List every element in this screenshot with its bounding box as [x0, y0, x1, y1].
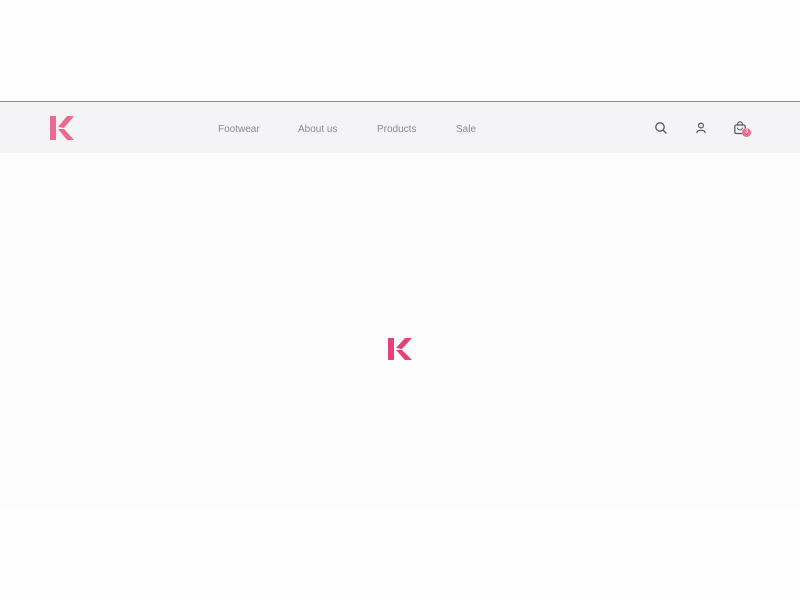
loading-logo	[388, 338, 412, 360]
k-logo-icon	[50, 116, 74, 140]
k-logo-icon	[388, 338, 412, 360]
cart-count-badge: 3	[742, 128, 751, 137]
user-icon	[696, 122, 706, 134]
page: Footwear About us Products Sale 3	[0, 0, 800, 600]
nav-link-footwear[interactable]: Footwear	[218, 124, 260, 136]
search-button[interactable]	[654, 121, 668, 135]
site-header: Footwear About us Products Sale 3	[0, 101, 800, 153]
brand-logo-link[interactable]	[50, 116, 74, 140]
nav-link-about-us[interactable]: About us	[298, 124, 337, 136]
loading-area	[0, 153, 800, 508]
account-button[interactable]	[694, 121, 708, 135]
search-icon	[655, 122, 667, 134]
nav-link-products[interactable]: Products	[377, 124, 416, 136]
nav-link-sale[interactable]: Sale	[456, 124, 476, 136]
